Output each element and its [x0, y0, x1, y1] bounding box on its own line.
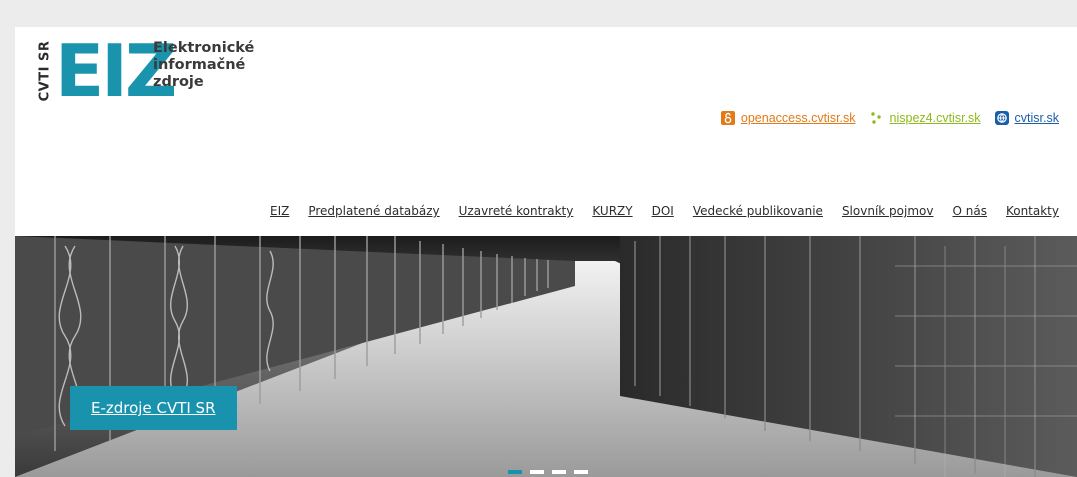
banner-cta-button[interactable]: E-zdroje CVTI SR — [70, 386, 237, 430]
cvtisr-link[interactable]: cvtisr.sk — [994, 111, 1059, 125]
nispez-link-label: nispez4.cvtisr.sk — [889, 111, 981, 125]
openaccess-link-label: openaccess.cvtisr.sk — [740, 111, 856, 125]
carousel-dot-1[interactable] — [508, 470, 522, 474]
banner-image — [15, 236, 1077, 477]
logo-tagline-line3: zdroje — [153, 74, 204, 90]
external-links: openaccess.cvtisr.sk nispez4.cvtisr.sk c… — [720, 111, 1059, 125]
main-nav: EIZ Predplatené databázy Uzavreté kontra… — [270, 204, 1059, 218]
open-access-icon — [720, 111, 735, 125]
nav-item-slovnik-pojmov[interactable]: Slovník pojmov — [842, 204, 934, 218]
nispez-link[interactable]: nispez4.cvtisr.sk — [870, 111, 981, 125]
nav-item-kontakty[interactable]: Kontakty — [1006, 204, 1059, 218]
logo-tagline-line1: Elektronické — [153, 40, 255, 56]
cvti-globe-icon — [994, 111, 1009, 125]
logo-tagline-line2: informačné — [153, 57, 246, 73]
nav-item-uzavrete-kontrakty[interactable]: Uzavreté kontrakty — [459, 204, 574, 218]
hero-banner: E-zdroje CVTI SR — [15, 236, 1077, 477]
carousel-indicators — [508, 470, 588, 474]
nav-item-eiz[interactable]: EIZ — [270, 204, 289, 218]
nav-item-doi[interactable]: DOI — [652, 204, 674, 218]
openaccess-link[interactable]: openaccess.cvtisr.sk — [720, 111, 856, 125]
cvtisr-link-label: cvtisr.sk — [1014, 111, 1059, 125]
carousel-dot-3[interactable] — [552, 470, 566, 474]
page: CVTI SR EIZ Elektronické informačné zdro… — [15, 27, 1077, 477]
carousel-dot-2[interactable] — [530, 470, 544, 474]
logo-tagline: Elektronické informačné zdroje — [153, 40, 254, 91]
nav-item-predplatene-databazy[interactable]: Predplatené databázy — [308, 204, 439, 218]
nav-item-kurzy[interactable]: KURZY — [592, 204, 632, 218]
nispez-dots-icon — [870, 112, 881, 124]
carousel-dot-4[interactable] — [574, 470, 588, 474]
logo-cvti-vertical: CVTI SR — [37, 40, 53, 102]
nav-item-vedecke-publikovanie[interactable]: Vedecké publikovanie — [693, 204, 823, 218]
nav-item-o-nas[interactable]: O nás — [952, 204, 986, 218]
